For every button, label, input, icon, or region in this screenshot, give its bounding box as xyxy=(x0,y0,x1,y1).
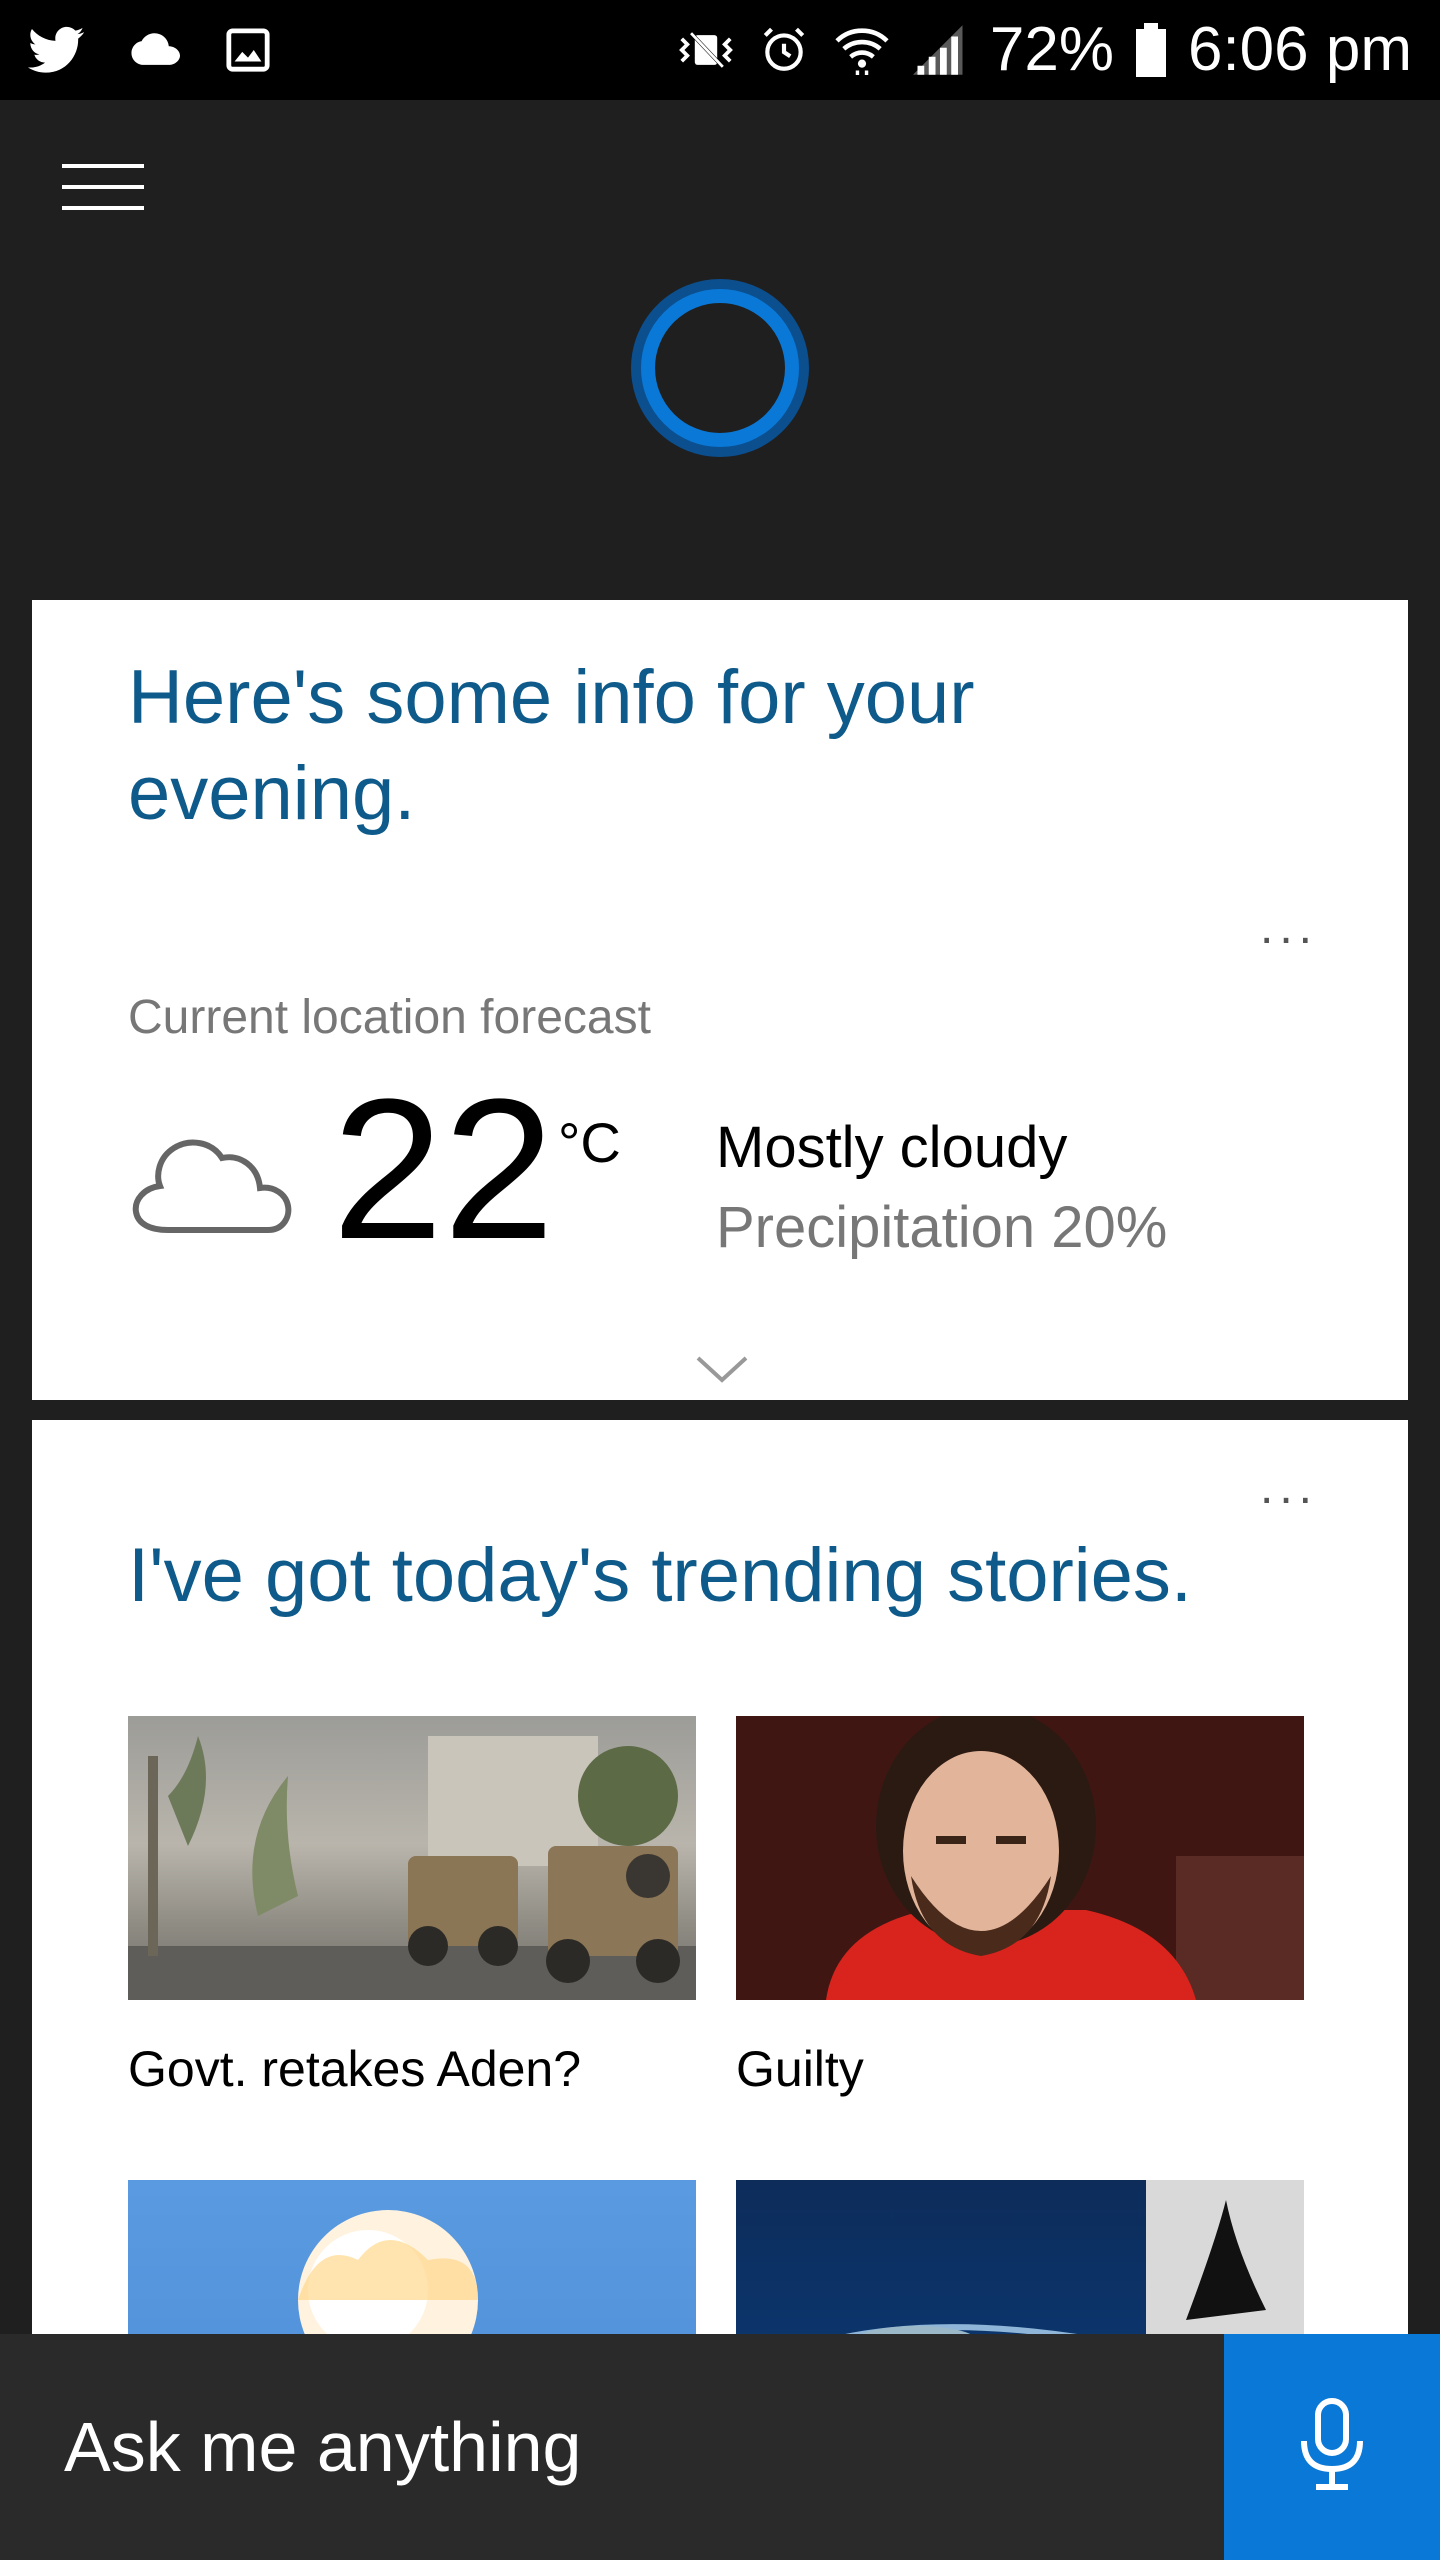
hamburger-icon[interactable] xyxy=(62,164,144,220)
temperature-unit: °C xyxy=(558,1111,621,1174)
more-options-icon[interactable]: ... xyxy=(1260,1460,1318,1515)
gallery-icon xyxy=(220,18,276,82)
microphone-icon xyxy=(1296,2397,1368,2498)
precipitation-text: Precipitation 20% xyxy=(716,1195,1168,1260)
weather-condition: Mostly cloudy xyxy=(716,1115,1068,1180)
temperature-value: 22 xyxy=(332,1058,555,1281)
ask-input[interactable]: Ask me anything xyxy=(0,2334,1224,2560)
battery-percent: 72% xyxy=(989,15,1114,84)
card-title: Here's some info for your evening. xyxy=(128,655,975,836)
microphone-button[interactable] xyxy=(1224,2334,1440,2560)
cortana-header xyxy=(0,100,1440,600)
ask-bar: Ask me anything xyxy=(0,2334,1440,2560)
story-image xyxy=(128,1716,696,2000)
cortana-icon[interactable] xyxy=(630,278,810,458)
evening-info-card: Here's some info for your evening. ... C… xyxy=(32,600,1408,1400)
alarm-icon xyxy=(756,18,812,82)
forecast-location-label: Current location forecast xyxy=(128,991,651,1044)
battery-icon xyxy=(1135,22,1166,77)
story-item[interactable]: Guilty xyxy=(736,1716,1304,2098)
card-title: I've got today's trending stories. xyxy=(128,1533,1193,1618)
story-caption: Govt. retakes Aden? xyxy=(128,2041,582,2097)
cloud-icon xyxy=(124,18,180,82)
signal-icon xyxy=(912,18,968,82)
more-options-icon[interactable]: ... xyxy=(1260,900,1318,955)
story-item[interactable]: Govt. retakes Aden? xyxy=(128,1716,696,2098)
chevron-down-icon[interactable] xyxy=(694,1352,750,1388)
story-caption: Guilty xyxy=(736,2041,864,2097)
story-image xyxy=(736,1716,1304,2000)
status-bar-left xyxy=(28,18,276,82)
vibrate-icon xyxy=(678,18,734,82)
status-bar: 72% 6:06 pm xyxy=(0,0,1440,100)
cloud-icon xyxy=(128,1120,292,1250)
clock-time: 6:06 pm xyxy=(1187,15,1412,84)
wifi-icon xyxy=(834,18,890,82)
twitter-icon xyxy=(28,18,84,82)
status-bar-right: 72% 6:06 pm xyxy=(678,14,1412,85)
